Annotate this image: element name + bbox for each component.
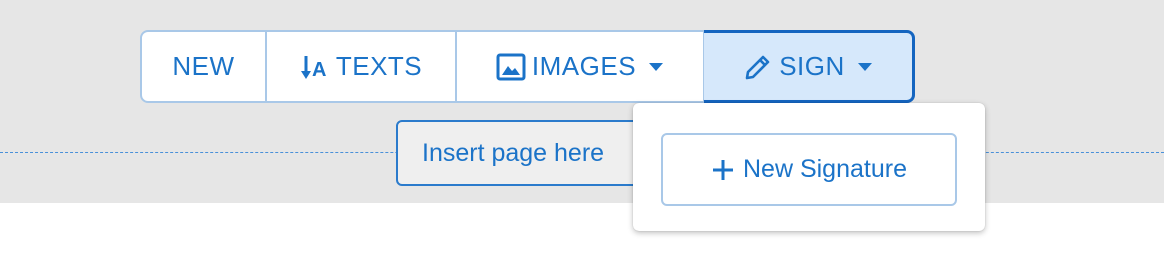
new-button[interactable]: NEW bbox=[140, 30, 267, 103]
new-signature-button[interactable]: New Signature bbox=[661, 133, 957, 206]
new-button-label: NEW bbox=[172, 51, 235, 81]
texts-button[interactable]: A TEXTS bbox=[267, 30, 457, 103]
sign-dropdown-menu: New Signature bbox=[633, 103, 985, 231]
svg-text:A: A bbox=[312, 59, 327, 81]
caret-down-icon bbox=[648, 62, 664, 72]
editor-toolbar: NEW A TEXTS IMAGES SIGN bbox=[140, 30, 915, 103]
sign-button-label: SIGN bbox=[779, 51, 845, 81]
insert-page-label: Insert page here bbox=[422, 138, 605, 167]
pencil-icon bbox=[743, 52, 773, 82]
new-signature-label: New Signature bbox=[743, 155, 907, 183]
text-direction-icon: A bbox=[300, 52, 330, 82]
plus-icon bbox=[711, 158, 735, 182]
images-button[interactable]: IMAGES bbox=[457, 30, 705, 103]
texts-button-label: TEXTS bbox=[335, 51, 423, 81]
sign-button[interactable]: SIGN bbox=[704, 30, 915, 103]
image-icon bbox=[496, 52, 526, 82]
caret-down-icon bbox=[857, 62, 873, 72]
images-button-label: IMAGES bbox=[531, 51, 637, 81]
